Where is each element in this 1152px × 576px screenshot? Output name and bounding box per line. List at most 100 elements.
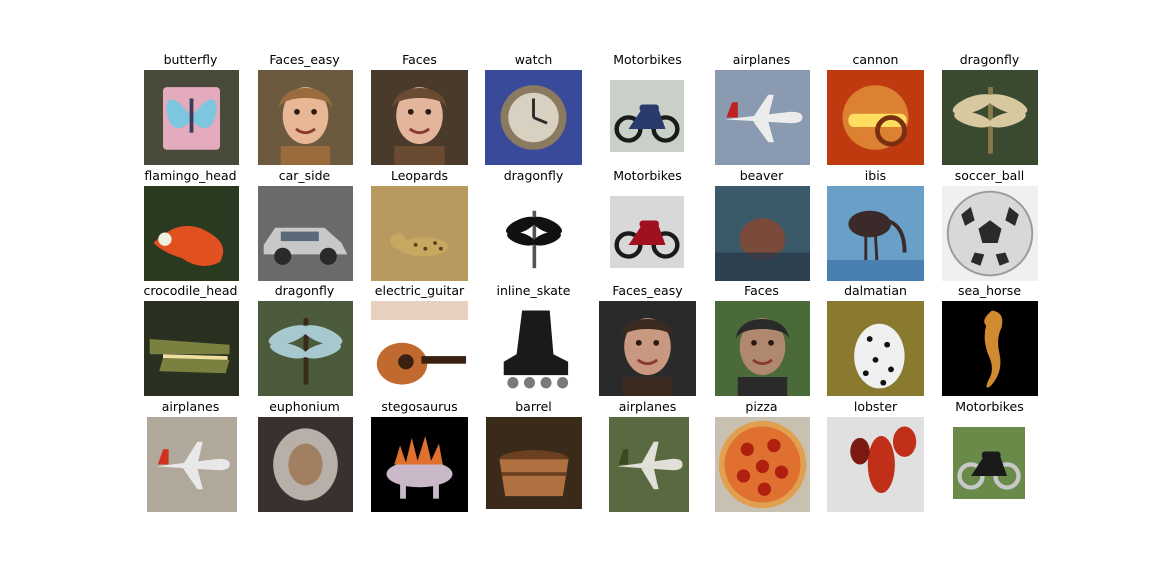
thumbnail-image xyxy=(827,70,924,165)
grid-cell: dragonfly xyxy=(476,168,591,286)
image-label: electric_guitar xyxy=(374,283,465,298)
stegosaurus-icon xyxy=(371,417,468,512)
thumbnail-image xyxy=(715,70,810,165)
image-label: watch xyxy=(514,52,553,67)
image-label: car_side xyxy=(278,168,331,183)
thumbnail-image xyxy=(258,186,353,281)
grid-cell: soccer_ball xyxy=(932,168,1047,286)
grid-cell: barrel xyxy=(476,399,591,517)
thumbnail-image xyxy=(144,186,239,281)
cannon-icon xyxy=(827,70,924,165)
thumbnail-image xyxy=(715,417,810,512)
image-label: crocodile_head xyxy=(143,283,238,298)
motorbike-icon xyxy=(610,196,684,268)
grid-cell: Motorbikes xyxy=(932,399,1047,517)
butterfly-icon xyxy=(144,70,239,165)
image-label: dragonfly xyxy=(959,52,1020,67)
grid-cell: ibis xyxy=(818,168,933,286)
image-label: euphonium xyxy=(269,399,340,414)
image-label: butterfly xyxy=(163,52,218,67)
image-grid: butterfly Faces_easy Faces watch Motorbi… xyxy=(0,0,1152,576)
image-label: pizza xyxy=(745,399,778,414)
thumbnail-image xyxy=(827,301,924,396)
crocodile-icon xyxy=(144,301,239,396)
image-label: cannon xyxy=(852,52,899,67)
image-label: lobster xyxy=(853,399,898,414)
thumbnail-image xyxy=(371,70,468,165)
grid-cell: butterfly xyxy=(133,52,248,170)
image-label: Motorbikes xyxy=(613,168,682,183)
grid-cell: lobster xyxy=(818,399,933,517)
grid-cell: Faces xyxy=(362,52,477,170)
leopard-icon xyxy=(371,186,468,281)
image-label: sea_horse xyxy=(957,283,1022,298)
thumbnail-image xyxy=(498,196,570,278)
airplane-icon xyxy=(609,417,689,512)
thumbnail-image xyxy=(827,417,924,512)
thumbnail-image xyxy=(144,70,239,165)
grid-cell: Faces_easy xyxy=(590,283,705,401)
grid-cell: airplanes xyxy=(133,399,248,517)
thumbnail-image xyxy=(144,301,239,396)
thumbnail-image xyxy=(715,301,810,396)
grid-cell: electric_guitar xyxy=(362,283,477,401)
image-label: ibis xyxy=(864,168,887,183)
thumbnail-image xyxy=(258,70,353,165)
thumbnail-image xyxy=(715,186,810,281)
image-label: airplanes xyxy=(732,52,791,67)
thumbnail-image xyxy=(610,196,684,268)
grid-cell: Motorbikes xyxy=(590,52,705,170)
thumbnail-image xyxy=(258,301,353,396)
thumbnail-image xyxy=(942,301,1038,396)
euphonium-icon xyxy=(258,417,353,512)
image-label: airplanes xyxy=(161,399,220,414)
image-label: Faces_easy xyxy=(612,283,683,298)
airplane-icon xyxy=(147,417,237,512)
grid-cell: Leopards xyxy=(362,168,477,286)
grid-cell: cannon xyxy=(818,52,933,170)
image-label: flamingo_head xyxy=(144,168,237,183)
thumbnail-image xyxy=(258,417,353,512)
grid-cell: flamingo_head xyxy=(133,168,248,286)
pizza-icon xyxy=(715,417,810,512)
airplane-icon xyxy=(715,70,810,165)
image-label: airplanes xyxy=(618,399,677,414)
face-icon xyxy=(258,70,353,165)
image-label: Motorbikes xyxy=(613,52,682,67)
image-label: dragonfly xyxy=(503,168,564,183)
thumbnail-image xyxy=(486,417,582,509)
motorbike-icon xyxy=(610,80,684,152)
grid-cell: sea_horse xyxy=(932,283,1047,401)
thumbnail-image xyxy=(610,80,684,152)
beaver-icon xyxy=(715,186,810,281)
image-label: inline_skate xyxy=(496,283,571,298)
thumbnail-image xyxy=(371,301,468,396)
image-label: Motorbikes xyxy=(955,399,1024,414)
flamingo-icon xyxy=(144,186,239,281)
thumbnail-image xyxy=(599,301,696,396)
grid-cell: pizza xyxy=(704,399,819,517)
image-label: Leopards xyxy=(390,168,449,183)
grid-cell: crocodile_head xyxy=(133,283,248,401)
thumbnail-image xyxy=(827,186,924,281)
grid-cell: watch xyxy=(476,52,591,170)
grid-cell: stegosaurus xyxy=(362,399,477,517)
grid-cell: airplanes xyxy=(704,52,819,170)
car-icon xyxy=(258,186,353,281)
lobster-icon xyxy=(827,417,924,512)
thumbnail-image xyxy=(371,417,468,512)
grid-cell: dragonfly xyxy=(247,283,362,401)
image-label: Faces xyxy=(402,52,437,67)
thumbnail-image xyxy=(485,70,582,165)
dragonfly-icon xyxy=(258,301,353,396)
grid-cell: dalmatian xyxy=(818,283,933,401)
grid-cell: dragonfly xyxy=(932,52,1047,170)
grid-cell: Faces_easy xyxy=(247,52,362,170)
motorbike-icon xyxy=(953,427,1025,499)
dragonfly-icon xyxy=(942,70,1038,165)
image-label: Faces xyxy=(744,283,779,298)
image-label: dalmatian xyxy=(844,283,907,298)
face-icon xyxy=(599,301,696,396)
guitar-icon xyxy=(371,301,468,396)
grid-cell: airplanes xyxy=(590,399,705,517)
